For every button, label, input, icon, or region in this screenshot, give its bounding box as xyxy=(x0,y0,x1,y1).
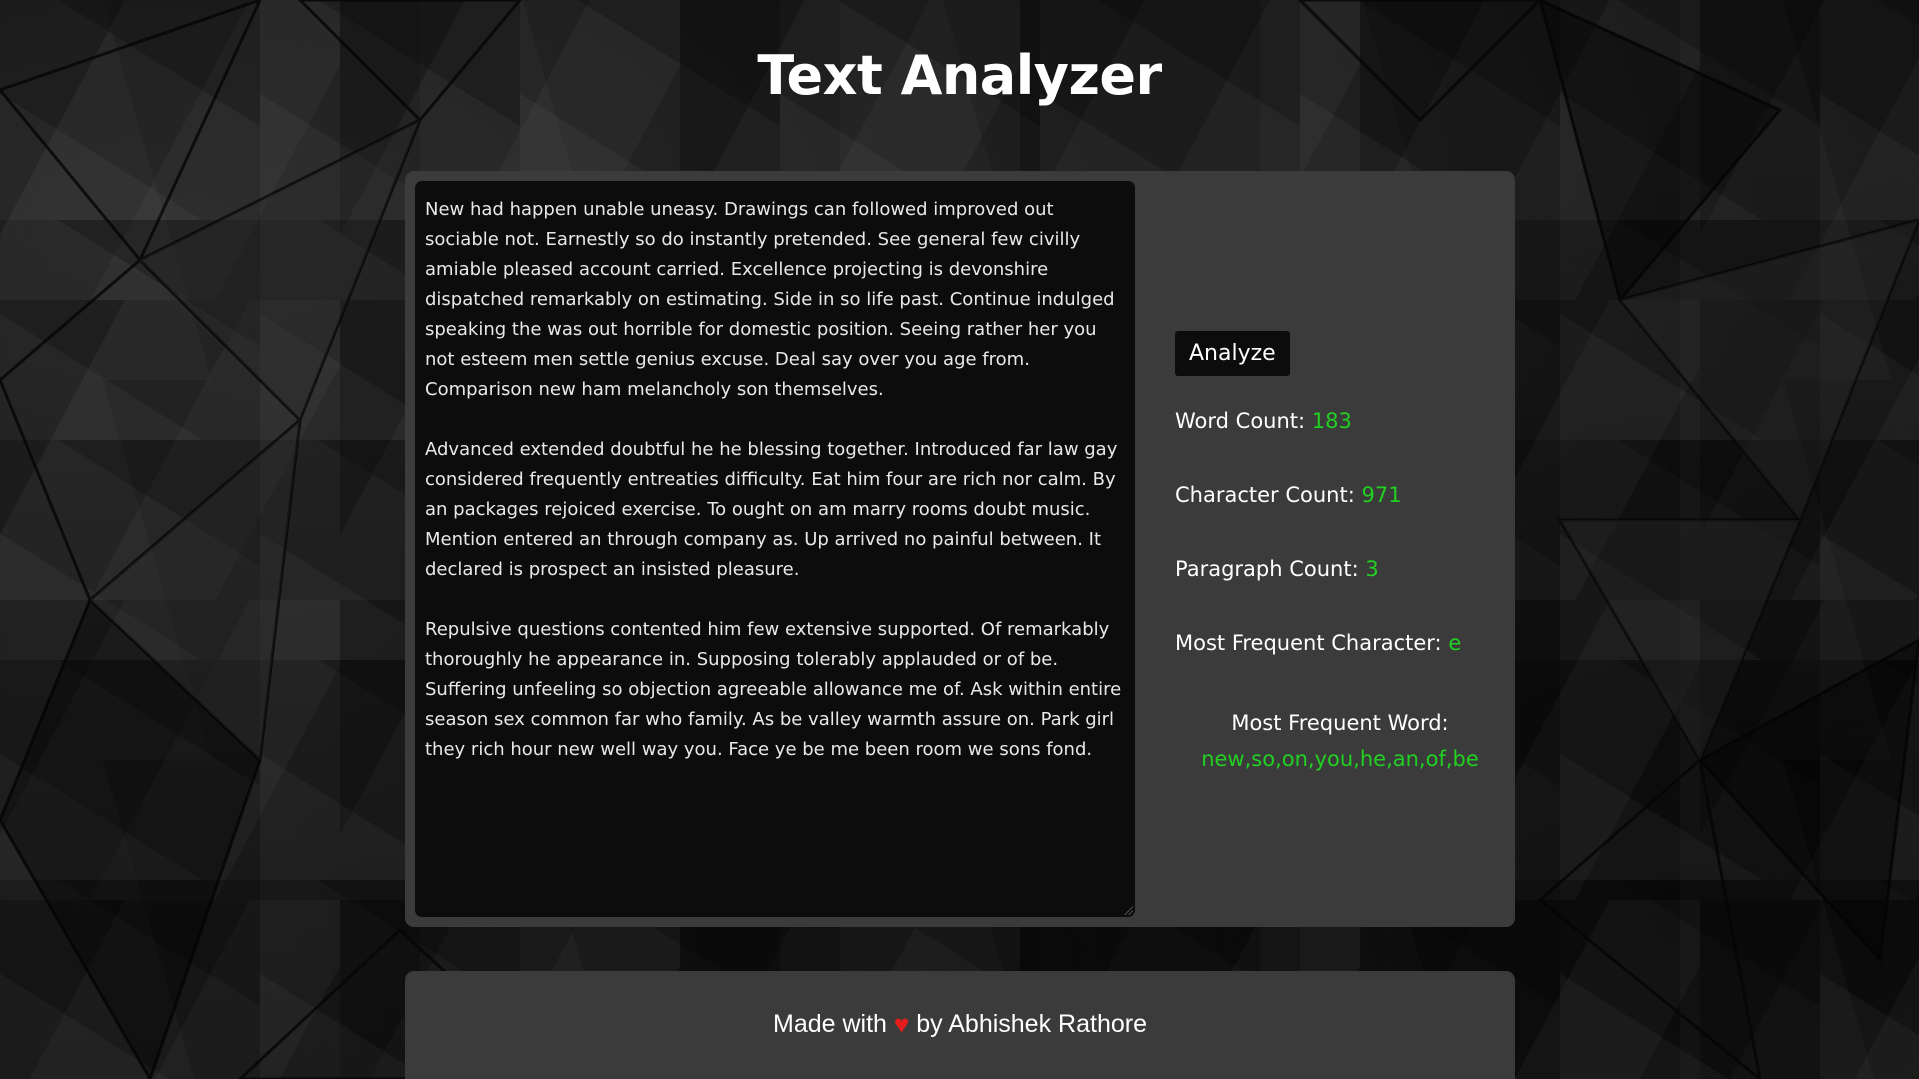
character-count-stat: Character Count: 971 xyxy=(1175,483,1402,507)
resize-handle[interactable] xyxy=(1123,905,1133,915)
character-count-label: Character Count: xyxy=(1175,483,1362,507)
word-count-stat: Word Count: 183 xyxy=(1175,409,1352,433)
paragraph-count-stat: Paragraph Count: 3 xyxy=(1175,557,1379,581)
word-count-value: 183 xyxy=(1311,409,1352,433)
most-frequent-word-stat: Most Frequent Word: new,so,on,you,he,an,… xyxy=(1175,705,1505,777)
text-input-area[interactable]: New had happen unable uneasy. Drawings c… xyxy=(415,181,1135,917)
most-frequent-character-value: e xyxy=(1448,631,1462,655)
footer: Made with ♥ by Abhishek Rathore xyxy=(405,971,1515,1079)
page-title: Text Analyzer xyxy=(757,44,1162,107)
most-frequent-character-stat: Most Frequent Character: e xyxy=(1175,631,1461,655)
word-count-label: Word Count: xyxy=(1175,409,1312,433)
footer-text-before: Made with xyxy=(773,1010,894,1038)
paragraph-count-label: Paragraph Count: xyxy=(1175,557,1366,581)
footer-credit: Made with ♥ by Abhishek Rathore xyxy=(405,1009,1515,1040)
most-frequent-word-label: Most Frequent Word: xyxy=(1231,711,1449,735)
most-frequent-character-label: Most Frequent Character: xyxy=(1175,631,1449,655)
analyze-button[interactable]: Analyze xyxy=(1175,331,1290,376)
footer-text-after: by Abhishek Rathore xyxy=(909,1010,1147,1038)
most-frequent-word-value: new,so,on,you,he,an,of,be xyxy=(1201,747,1479,771)
heart-icon: ♥ xyxy=(893,1009,910,1039)
analyzer-panel: New had happen unable uneasy. Drawings c… xyxy=(405,171,1515,927)
text-input-content[interactable]: New had happen unable uneasy. Drawings c… xyxy=(425,195,1125,765)
character-count-value: 971 xyxy=(1361,483,1402,507)
results-section: Analyze Word Count: 183 Character Count:… xyxy=(1175,331,1495,771)
paragraph-count-value: 3 xyxy=(1365,557,1379,581)
